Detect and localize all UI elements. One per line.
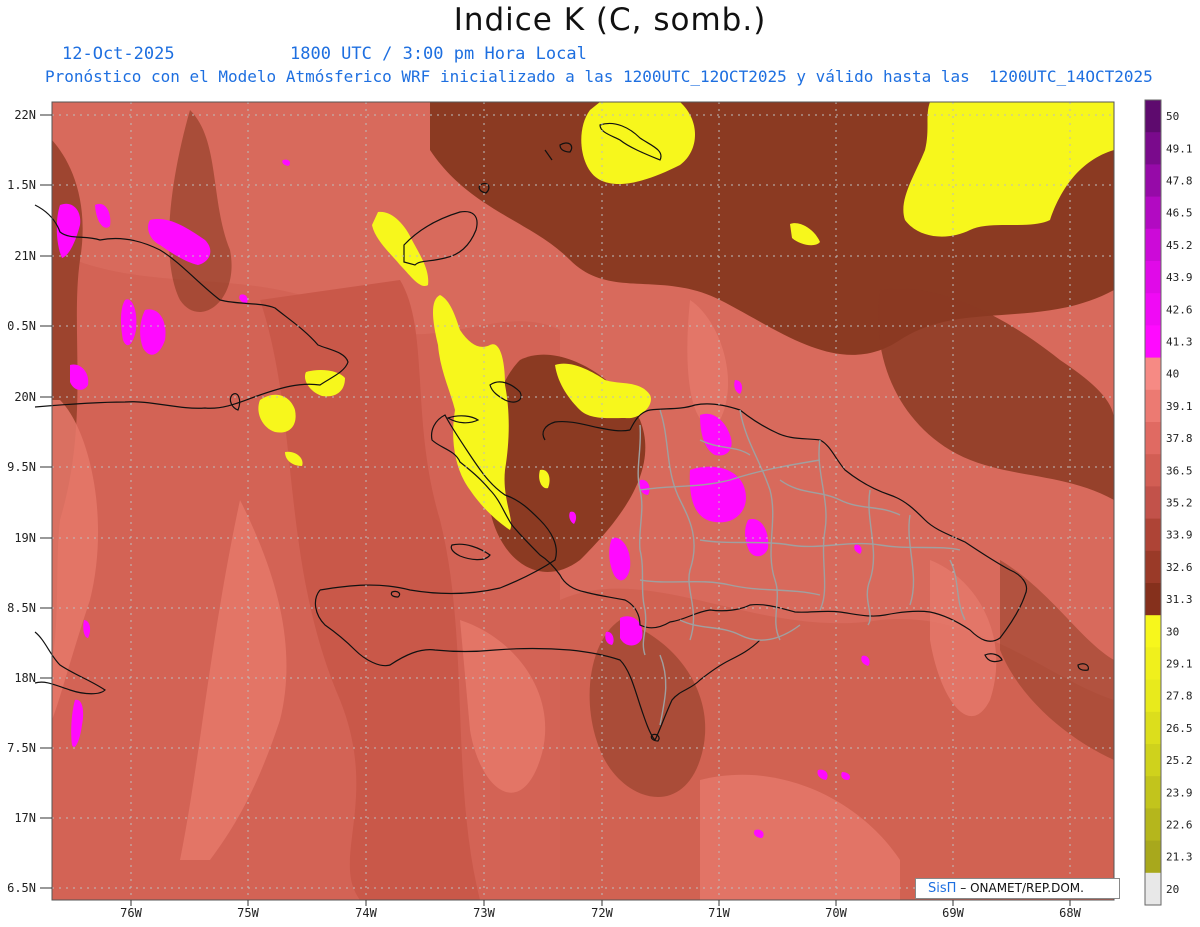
colorbar-label: 27.8 — [1166, 690, 1193, 703]
colorbar-swatch — [1145, 808, 1161, 842]
lat-axis: 22N 1.5N 21N 0.5N 20N 9.5N 19N 8.5N 18N … — [7, 108, 36, 895]
colorbar-label: 23.9 — [1166, 786, 1193, 799]
lon-label: 73W — [473, 906, 495, 920]
lat-label: 20N — [14, 390, 36, 404]
lat-ticks — [40, 114, 52, 889]
colorbar-swatch — [1145, 389, 1161, 423]
lat-label: 6.5N — [7, 881, 36, 895]
colorbar-label: 30 — [1166, 625, 1179, 638]
lat-label: 17N — [14, 811, 36, 825]
colorbar-label: 26.5 — [1166, 722, 1193, 735]
lat-label: 0.5N — [7, 319, 36, 333]
colorbar-label: 50 — [1166, 110, 1179, 123]
colorbar-swatch — [1145, 293, 1161, 326]
colorbar-swatch — [1145, 261, 1161, 294]
lon-label: 75W — [237, 906, 259, 920]
lat-label: 8.5N — [7, 601, 36, 615]
lon-label: 74W — [355, 906, 377, 920]
colorbar-swatch — [1145, 615, 1161, 648]
colorbar-swatch — [1145, 486, 1161, 520]
colorbar-swatch — [1145, 196, 1161, 230]
colorbar-swatch — [1145, 357, 1161, 391]
colorbar: 50 49.1 47.8 46.5 45.2 43.9 42.6 41.3 40 39.1 37.8… — [1144, 99, 1193, 906]
colorbar-swatch — [1145, 711, 1161, 745]
colorbar-swatch — [1145, 454, 1161, 487]
lat-label: 19N — [14, 531, 36, 545]
lat-label: 1.5N — [7, 178, 36, 192]
colorbar-swatch — [1145, 550, 1161, 584]
colorbar-swatch — [1145, 744, 1161, 777]
colorbar-label: 37.8 — [1166, 432, 1193, 445]
colorbar-label: 41.3 — [1166, 336, 1193, 349]
lat-label: 18N — [14, 671, 36, 685]
colorbar-swatch — [1145, 228, 1161, 262]
colorbar-swatch — [1145, 840, 1161, 874]
lon-label: 76W — [120, 906, 142, 920]
lat-label: 7.5N — [7, 741, 36, 755]
lon-label: 68W — [1059, 906, 1081, 920]
colorbar-label: 39.1 — [1166, 400, 1193, 413]
colorbar-label: 20 — [1166, 883, 1179, 896]
colorbar-label: 40 — [1166, 368, 1179, 381]
colorbar-label: 29.1 — [1166, 658, 1193, 671]
colorbar-swatch — [1145, 583, 1161, 616]
sispi-logo: SisΠ — [928, 881, 957, 896]
colorbar-swatch — [1145, 132, 1161, 165]
colorbar-label: 45.2 — [1166, 239, 1193, 252]
lon-axis: 76W 75W 74W 73W 72W 71W 70W 69W 68W — [120, 906, 1081, 920]
colorbar-swatch — [1145, 872, 1161, 906]
colorbar-swatch — [1145, 776, 1161, 809]
lon-label: 70W — [825, 906, 847, 920]
colorbar-label: 36.5 — [1166, 464, 1193, 477]
colorbar-label: 42.6 — [1166, 303, 1193, 316]
colorbar-swatch — [1145, 100, 1161, 133]
colorbar-label: 33.9 — [1166, 529, 1193, 542]
lat-label: 21N — [14, 249, 36, 263]
colorbar-swatch — [1145, 518, 1161, 552]
lat-label: 9.5N — [7, 460, 36, 474]
credit-box: SisΠ – ONAMET/REP.DOM. — [915, 878, 1120, 899]
colorbar-swatch — [1145, 647, 1161, 681]
colorbar-label: 21.3 — [1166, 851, 1193, 864]
colorbar-swatch — [1145, 679, 1161, 713]
colorbar-swatch — [1145, 325, 1161, 359]
credit-text: – ONAMET/REP.DOM. — [960, 881, 1084, 895]
colorbar-label: 32.6 — [1166, 561, 1193, 574]
colorbar-label: 47.8 — [1166, 175, 1193, 188]
lon-label: 72W — [591, 906, 613, 920]
colorbar-swatch — [1145, 422, 1161, 455]
lon-label: 69W — [942, 906, 964, 920]
colorbar-label: 22.6 — [1166, 819, 1193, 832]
colorbar-label: 31.3 — [1166, 593, 1193, 606]
colorbar-label: 25.2 — [1166, 754, 1193, 767]
colorbar-label: 49.1 — [1166, 142, 1193, 155]
colorbar-label: 35.2 — [1166, 497, 1193, 510]
forecast-map: 22N 1.5N 21N 0.5N 20N 9.5N 19N 8.5N 18N … — [7, 99, 1193, 920]
colorbar-label: 46.5 — [1166, 207, 1193, 220]
lat-label: 22N — [14, 108, 36, 122]
lon-label: 71W — [708, 906, 730, 920]
colorbar-swatch — [1145, 164, 1161, 198]
colorbar-label: 43.9 — [1166, 271, 1193, 284]
